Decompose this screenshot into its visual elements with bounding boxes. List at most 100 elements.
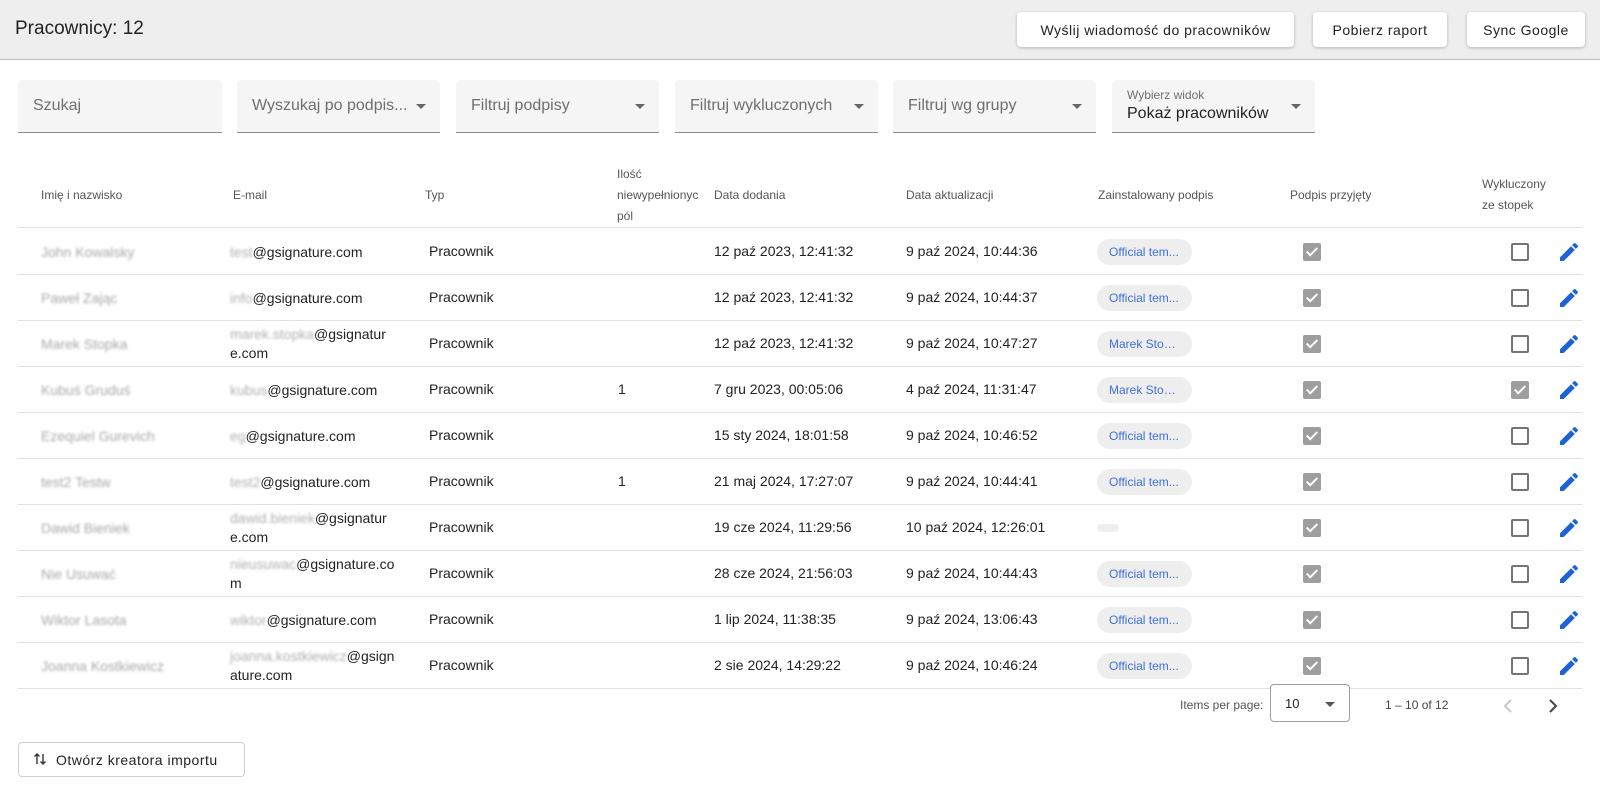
search-by-signature-placeholder: Wyszukaj po podpis... bbox=[252, 97, 408, 114]
employee-name: Joanna Kostkiewicz bbox=[41, 658, 164, 674]
table-row[interactable]: John Kowalsky test@gsignature.com Pracowni… bbox=[18, 229, 1582, 275]
signature-accepted-checkbox[interactable] bbox=[1303, 473, 1321, 491]
signature-accepted-checkbox[interactable] bbox=[1303, 381, 1321, 399]
installed-signature-chip[interactable]: Official tem... bbox=[1097, 561, 1192, 587]
employee-type: Pracownik bbox=[429, 473, 494, 489]
pencil-icon bbox=[1560, 518, 1579, 537]
search-by-signature-select[interactable]: Wyszukaj po podpis... bbox=[237, 80, 440, 133]
edit-button[interactable] bbox=[1557, 332, 1581, 356]
table-row[interactable]: Nie Usuwać nieusuwac@gsignature.com Pracow… bbox=[18, 551, 1582, 597]
excluded-checkbox[interactable] bbox=[1511, 519, 1529, 537]
edit-button[interactable] bbox=[1557, 562, 1581, 586]
signature-accepted-checkbox[interactable] bbox=[1303, 427, 1321, 445]
installed-signature-chip[interactable]: Official tem... bbox=[1097, 469, 1192, 495]
pencil-icon bbox=[1560, 380, 1579, 399]
signature-accepted-checkbox[interactable] bbox=[1303, 519, 1321, 537]
excluded-checkbox[interactable] bbox=[1511, 473, 1529, 491]
filter-group-select[interactable]: Filtruj wg grupy bbox=[893, 80, 1096, 133]
excluded-checkbox[interactable] bbox=[1511, 381, 1529, 399]
table-row[interactable]: Joanna Kostkiewicz joanna.kostkiewicz@gsi… bbox=[18, 643, 1582, 689]
header-type[interactable]: Typ bbox=[425, 185, 444, 206]
pencil-icon bbox=[1560, 472, 1579, 491]
table-row[interactable]: Ezequiel Gurevich eg@gsignature.com Pracow… bbox=[18, 413, 1582, 459]
edit-button[interactable] bbox=[1557, 378, 1581, 402]
edit-button[interactable] bbox=[1557, 516, 1581, 540]
date-updated: 10 paź 2024, 12:26:01 bbox=[906, 519, 1046, 535]
edit-button[interactable] bbox=[1557, 286, 1581, 310]
header-excluded[interactable]: Wykluczony ze stopek bbox=[1482, 174, 1546, 216]
excluded-checkbox[interactable] bbox=[1511, 335, 1529, 353]
search-input[interactable]: Szukaj bbox=[18, 80, 222, 133]
installed-signature-chip[interactable]: Official tem... bbox=[1097, 423, 1192, 449]
email-domain: @gsignature.com bbox=[252, 290, 363, 306]
filter-group-placeholder: Filtruj wg grupy bbox=[908, 97, 1017, 114]
installed-signature-chip[interactable]: Official tem... bbox=[1097, 239, 1192, 265]
signature-accepted-checkbox[interactable] bbox=[1303, 657, 1321, 675]
signature-accepted-checkbox[interactable] bbox=[1303, 243, 1321, 261]
installed-signature-chip[interactable]: Marek Stop... bbox=[1097, 331, 1192, 357]
pencil-icon bbox=[1560, 242, 1579, 261]
missing-fields-count: 1 bbox=[618, 473, 626, 489]
download-report-button[interactable]: Pobierz raport bbox=[1313, 12, 1447, 47]
header-missing-fields[interactable]: Ilość niewypełnionyc pól bbox=[617, 164, 698, 227]
header-updated[interactable]: Data aktualizacji bbox=[906, 185, 993, 206]
sync-google-button[interactable]: Sync Google bbox=[1467, 12, 1585, 47]
employee-name: John Kowalsky bbox=[41, 244, 135, 260]
signature-accepted-checkbox[interactable] bbox=[1303, 565, 1321, 583]
excluded-checkbox[interactable] bbox=[1511, 243, 1529, 261]
header-installed-signature[interactable]: Zainstalowany podpis bbox=[1098, 185, 1213, 206]
employee-email: kubus@gsignature.com bbox=[230, 381, 395, 400]
signature-accepted-checkbox[interactable] bbox=[1303, 611, 1321, 629]
edit-button[interactable] bbox=[1557, 240, 1581, 264]
installed-signature-chip[interactable] bbox=[1097, 524, 1119, 532]
send-message-button[interactable]: Wyślij wiadomość do pracowników bbox=[1017, 12, 1294, 47]
employee-name: Wiktor Lasota bbox=[41, 612, 127, 628]
edit-button[interactable] bbox=[1557, 608, 1581, 632]
page-range: 1 – 10 of 12 bbox=[1385, 698, 1449, 712]
email-user: joanna.kostkiewicz bbox=[230, 648, 347, 664]
excluded-checkbox[interactable] bbox=[1511, 657, 1529, 675]
dropdown-arrow-icon bbox=[1291, 104, 1301, 109]
excluded-checkbox[interactable] bbox=[1511, 289, 1529, 307]
header-email[interactable]: E-mail bbox=[233, 185, 267, 206]
filter-signatures-select[interactable]: Filtruj podpisy bbox=[456, 80, 659, 133]
header-added[interactable]: Data dodania bbox=[714, 185, 785, 206]
table-row[interactable]: Dawid Bieniek dawid.bieniek@gsignature.co… bbox=[18, 505, 1582, 551]
table-row[interactable]: test2 Testw test2@gsignature.com Pracownik… bbox=[18, 459, 1582, 505]
open-import-wizard-button[interactable]: Otwórz kreatora importu bbox=[18, 742, 245, 777]
date-updated: 9 paź 2024, 10:44:41 bbox=[906, 473, 1038, 489]
edit-button[interactable] bbox=[1557, 654, 1581, 678]
signature-accepted-checkbox[interactable] bbox=[1303, 335, 1321, 353]
installed-signature-chip[interactable]: Official tem... bbox=[1097, 285, 1192, 311]
excluded-checkbox[interactable] bbox=[1511, 565, 1529, 583]
excluded-checkbox[interactable] bbox=[1511, 427, 1529, 445]
dropdown-arrow-icon bbox=[1325, 702, 1335, 707]
excluded-checkbox[interactable] bbox=[1511, 611, 1529, 629]
items-per-page-select[interactable]: 10 bbox=[1270, 684, 1350, 722]
dropdown-arrow-icon bbox=[1072, 104, 1082, 109]
header-name[interactable]: Imię i nazwisko bbox=[41, 185, 122, 206]
table-row[interactable]: Kubuś Gruduś kubus@gsignature.com Pracowni… bbox=[18, 367, 1582, 413]
employee-type: Pracownik bbox=[429, 519, 494, 535]
next-page-button[interactable] bbox=[1541, 694, 1565, 718]
date-added: 12 paź 2023, 12:41:32 bbox=[714, 243, 854, 259]
table-row[interactable]: Paweł Zając info@gsignature.com Pracownik 1… bbox=[18, 275, 1582, 321]
chevron-right-icon bbox=[1549, 699, 1558, 713]
installed-signature-chip[interactable]: Official tem... bbox=[1097, 607, 1192, 633]
edit-button[interactable] bbox=[1557, 424, 1581, 448]
pencil-icon bbox=[1560, 610, 1579, 629]
edit-button[interactable] bbox=[1557, 470, 1581, 494]
table-row[interactable]: Wiktor Lasota wiktor@gsignature.com Pracow… bbox=[18, 597, 1582, 643]
email-domain: @gsignature.com bbox=[252, 244, 363, 260]
previous-page-button[interactable] bbox=[1496, 694, 1520, 718]
search-placeholder: Szukaj bbox=[33, 97, 82, 114]
header-signature-accepted[interactable]: Podpis przyjęty bbox=[1290, 185, 1371, 206]
filter-excluded-select[interactable]: Filtruj wykluczonych bbox=[675, 80, 878, 133]
installed-signature-chip[interactable]: Marek Stop... bbox=[1097, 377, 1192, 403]
installed-signature-chip[interactable]: Official tem... bbox=[1097, 653, 1192, 679]
employee-name: Ezequiel Gurevich bbox=[41, 428, 155, 444]
date-updated: 9 paź 2024, 10:44:37 bbox=[906, 289, 1038, 305]
signature-accepted-checkbox[interactable] bbox=[1303, 289, 1321, 307]
view-select[interactable]: Wybierz widok Pokaż pracowników bbox=[1112, 80, 1315, 133]
table-row[interactable]: Marek Stopka marek.stopka@gsignature.com P… bbox=[18, 321, 1582, 367]
